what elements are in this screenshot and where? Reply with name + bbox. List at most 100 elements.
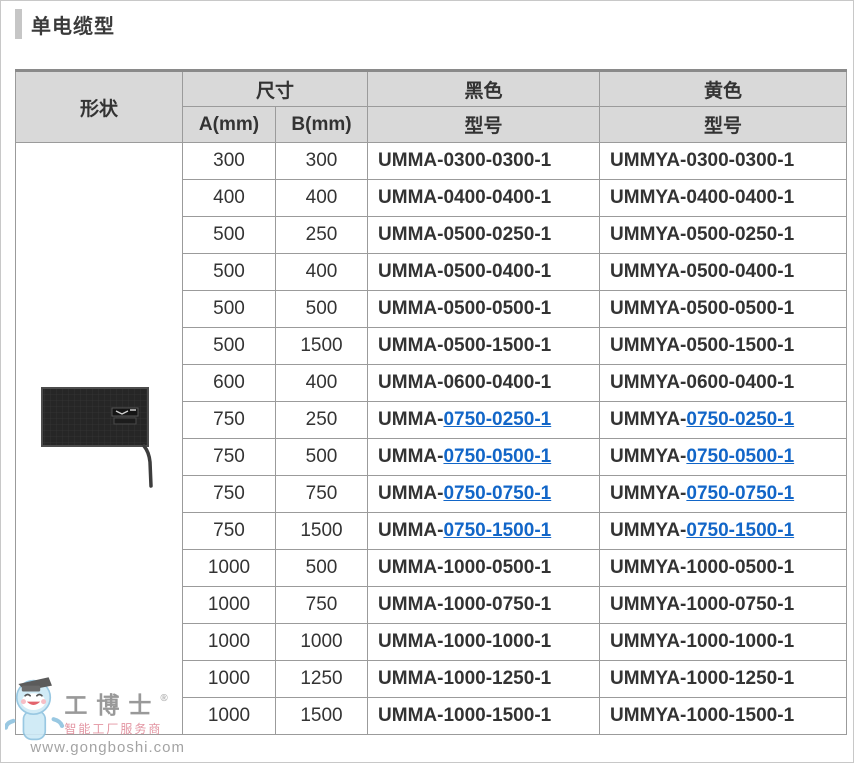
yellow-model-cell: UMMYA-0500-0500-1 bbox=[599, 290, 848, 328]
header-row-1: 形状 尺寸 黑色 黄色 bbox=[15, 70, 848, 143]
dim-b-cell: 250 bbox=[274, 216, 369, 254]
col-header-size: 尺寸 bbox=[181, 70, 369, 107]
model-prefix: UMMYA- bbox=[610, 409, 687, 430]
dim-b-cell: 1000 bbox=[274, 623, 369, 661]
model-prefix: UMMA- bbox=[378, 335, 444, 356]
dim-b-cell: 1500 bbox=[274, 697, 369, 735]
dim-a-cell: 1000 bbox=[182, 549, 276, 587]
col-header-dim-b: B(mm) bbox=[274, 106, 369, 143]
black-model-cell: UMMA-1000-0500-1 bbox=[367, 549, 601, 587]
dim-a-cell: 1000 bbox=[182, 660, 276, 698]
dim-b-cell: 750 bbox=[274, 475, 369, 513]
black-model-cell: UMMA-0400-0400-1 bbox=[367, 179, 601, 217]
yellow-model-cell: UMMYA-1000-0500-1 bbox=[599, 549, 848, 587]
model-code: 0600-0400-1 bbox=[686, 372, 795, 393]
dim-a-cell: 500 bbox=[182, 327, 276, 365]
yellow-model-cell: UMMYA-0500-0400-1 bbox=[599, 253, 848, 291]
model-code: 1000-1500-1 bbox=[686, 705, 795, 726]
dim-a-cell: 500 bbox=[182, 253, 276, 291]
section-title-block: 单电缆型 bbox=[15, 9, 115, 39]
dim-b-cell: 500 bbox=[274, 438, 369, 476]
yellow-model-cell: UMMYA-0500-1500-1 bbox=[599, 327, 848, 365]
yellow-model-cell: UMMYA-0500-0250-1 bbox=[599, 216, 848, 254]
dim-b-cell: 250 bbox=[274, 401, 369, 439]
dim-a-cell: 1000 bbox=[182, 623, 276, 661]
model-code: 0300-0300-1 bbox=[686, 150, 795, 171]
model-code-link[interactable]: 0750-1500-1 bbox=[443, 520, 551, 541]
yellow-model-cell: UMMYA-0750-0500-1 bbox=[599, 438, 848, 476]
dim-b-cell: 750 bbox=[274, 586, 369, 624]
yellow-model-cell: UMMYA-0750-1500-1 bbox=[599, 512, 848, 550]
dim-a-cell: 750 bbox=[182, 401, 276, 439]
yellow-model-cell: UMMYA-1000-0750-1 bbox=[599, 586, 848, 624]
black-model-cell: UMMA-1000-1500-1 bbox=[367, 697, 601, 735]
model-code: 0500-0500-1 bbox=[443, 298, 552, 319]
model-prefix: UMMYA- bbox=[610, 372, 687, 393]
model-code: 0400-0400-1 bbox=[443, 187, 552, 208]
page-title: 单电缆型 bbox=[31, 15, 115, 38]
model-prefix: UMMA- bbox=[378, 520, 444, 541]
model-code: 0500-0250-1 bbox=[686, 224, 795, 245]
mat-surface bbox=[40, 386, 149, 447]
model-code: 1000-1250-1 bbox=[686, 668, 795, 689]
black-model-cell: UMMA-0500-1500-1 bbox=[367, 327, 601, 365]
model-prefix: UMMYA- bbox=[610, 631, 687, 652]
yellow-model-cell: UMMYA-1000-1500-1 bbox=[599, 697, 848, 735]
black-model-cell: UMMA-0500-0400-1 bbox=[367, 253, 601, 291]
dim-b-cell: 400 bbox=[274, 179, 369, 217]
model-code-link[interactable]: 0750-0250-1 bbox=[443, 409, 551, 430]
model-prefix: UMMA- bbox=[378, 224, 444, 245]
dim-a-cell: 750 bbox=[182, 475, 276, 513]
yellow-model-cell: UMMYA-0600-0400-1 bbox=[599, 364, 848, 402]
model-prefix: UMMYA- bbox=[610, 298, 687, 319]
col-header-yellow: 黄色 bbox=[599, 70, 848, 107]
black-model-cell: UMMA-1000-1000-1 bbox=[367, 623, 601, 661]
dim-b-cell: 500 bbox=[274, 549, 369, 587]
black-model-cell: UMMA-0500-0250-1 bbox=[367, 216, 601, 254]
model-prefix: UMMYA- bbox=[610, 483, 687, 504]
shape-cell bbox=[15, 142, 183, 735]
col-header-black: 黑色 bbox=[367, 70, 601, 107]
yellow-model-cell: UMMYA-0750-0250-1 bbox=[599, 401, 848, 439]
model-code: 0500-0400-1 bbox=[443, 261, 552, 282]
model-code: 1000-0750-1 bbox=[686, 594, 795, 615]
model-prefix: UMMA- bbox=[378, 446, 444, 467]
model-code-link[interactable]: 0750-0750-1 bbox=[443, 483, 551, 504]
model-code-link[interactable]: 0750-1500-1 bbox=[686, 520, 794, 541]
yellow-model-cell: UMMYA-0400-0400-1 bbox=[599, 179, 848, 217]
model-code-link[interactable]: 0750-0500-1 bbox=[686, 446, 794, 467]
model-code: 0500-0250-1 bbox=[443, 224, 552, 245]
col-header-black-model: 型号 bbox=[367, 106, 601, 143]
model-prefix: UMMYA- bbox=[610, 187, 687, 208]
model-prefix: UMMA- bbox=[378, 261, 444, 282]
spec-table: 形状 尺寸 黑色 黄色 A(mm) B(mm) 型号 型号 300 300 UM… bbox=[15, 69, 848, 735]
black-model-cell: UMMA-0750-0500-1 bbox=[367, 438, 601, 476]
black-model-cell: UMMA-0300-0300-1 bbox=[367, 142, 601, 180]
dim-a-cell: 600 bbox=[182, 364, 276, 402]
black-model-cell: UMMA-1000-0750-1 bbox=[367, 586, 601, 624]
dim-a-cell: 750 bbox=[182, 512, 276, 550]
table-row: 300 300 UMMA-0300-0300-1 UMMYA-0300-0300… bbox=[15, 142, 848, 735]
yellow-model-cell: UMMYA-1000-1250-1 bbox=[599, 660, 848, 698]
model-code: 1000-1000-1 bbox=[443, 631, 552, 652]
model-code-link[interactable]: 0750-0500-1 bbox=[443, 446, 551, 467]
model-code: 0600-0400-1 bbox=[443, 372, 552, 393]
model-prefix: UMMYA- bbox=[610, 557, 687, 578]
black-model-cell: UMMA-0750-1500-1 bbox=[367, 512, 601, 550]
mat-label-strip bbox=[113, 417, 136, 424]
model-prefix: UMMYA- bbox=[610, 705, 687, 726]
model-prefix: UMMA- bbox=[378, 594, 444, 615]
model-prefix: UMMA- bbox=[378, 372, 444, 393]
dim-a-cell: 300 bbox=[182, 142, 276, 180]
model-code-link[interactable]: 0750-0750-1 bbox=[686, 483, 794, 504]
model-prefix: UMMYA- bbox=[610, 261, 687, 282]
model-prefix: UMMA- bbox=[378, 631, 444, 652]
dim-a-cell: 750 bbox=[182, 438, 276, 476]
black-model-cell: UMMA-0750-0250-1 bbox=[367, 401, 601, 439]
model-code: 1000-0750-1 bbox=[443, 594, 552, 615]
model-code-link[interactable]: 0750-0250-1 bbox=[686, 409, 794, 430]
dim-a-cell: 500 bbox=[182, 290, 276, 328]
yellow-model-cell: UMMYA-1000-1000-1 bbox=[599, 623, 848, 661]
title-accent-bar bbox=[15, 9, 22, 39]
model-code: 1000-1000-1 bbox=[686, 631, 795, 652]
